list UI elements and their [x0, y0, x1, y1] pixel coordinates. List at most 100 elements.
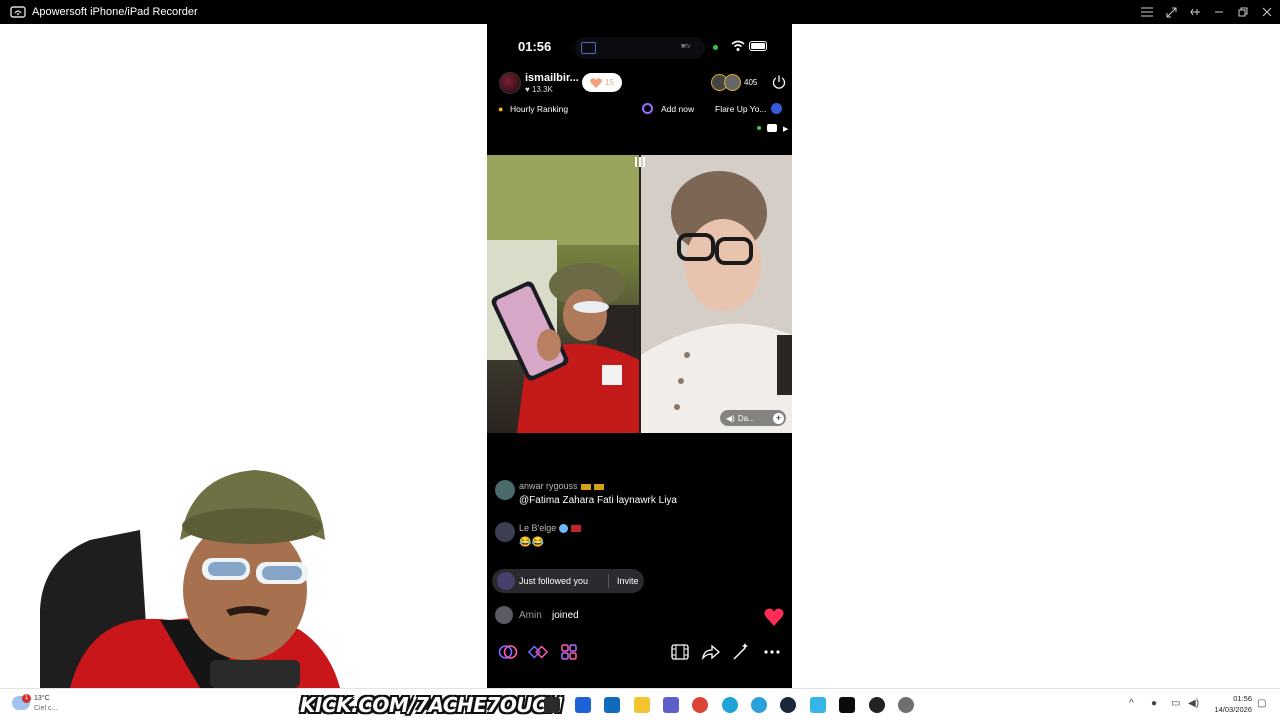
dynamic-island: ■tv	[575, 37, 705, 59]
flag-icon	[571, 525, 582, 533]
screen-mirroring-icon	[581, 42, 596, 54]
match-icon[interactable]	[528, 642, 548, 662]
folder-icon[interactable]	[634, 697, 650, 713]
clock-time: 01:56	[1233, 694, 1252, 703]
joined-avatar	[495, 606, 513, 624]
edge-icon[interactable]	[722, 697, 738, 713]
recorder-taskbar-icon[interactable]	[810, 697, 826, 713]
chrome-icon[interactable]	[692, 697, 708, 713]
badge-icon	[559, 524, 569, 534]
terminal-icon[interactable]	[544, 697, 560, 713]
guest-video-frame	[641, 155, 792, 433]
guest-name: Da...	[737, 413, 755, 423]
followed-notice: Just followed you Invite	[492, 569, 644, 593]
target-icon	[642, 103, 653, 114]
viewer-count[interactable]: 405	[744, 78, 757, 87]
film-icon[interactable]	[670, 642, 690, 662]
host-video-frame	[487, 155, 639, 433]
flare-up[interactable]: Flare Up Yo...	[715, 104, 767, 114]
phone-screen: 01:56 ■tv ismailbir... ♥ 13.3K 15 405 ● …	[487, 24, 792, 688]
restore-icon[interactable]	[1236, 5, 1250, 19]
close-icon[interactable]	[1260, 5, 1274, 19]
kick-icon[interactable]	[839, 697, 855, 713]
fullscreen-icon[interactable]	[1164, 5, 1178, 19]
joined-text: joined	[552, 610, 579, 621]
camera-icon[interactable]	[767, 124, 777, 132]
more-icon[interactable]	[762, 642, 782, 662]
stream-banner: KICK.COM/7ACHE7OUCH	[300, 693, 563, 717]
follow-count: 15	[605, 78, 614, 87]
comment-avatar[interactable]	[495, 522, 515, 542]
recorder-app-icon	[10, 6, 26, 18]
comment-text: @Fatima Zahara Fati laynawrk Liya	[519, 495, 677, 506]
comment-item: Le B'elge 😂😂	[495, 522, 785, 552]
window-controls	[1140, 0, 1274, 24]
share-icon[interactable]	[701, 642, 721, 662]
settings-icon[interactable]	[898, 697, 914, 713]
add-icon[interactable]: +	[773, 412, 784, 424]
joined-user[interactable]: Amin	[519, 610, 542, 621]
steam-icon[interactable]	[780, 697, 796, 713]
status-bar: 01:56 ■tv	[487, 24, 792, 68]
telegram-icon[interactable]	[751, 697, 767, 713]
pause-icon[interactable]	[635, 157, 645, 167]
tv-icon: ■tv	[681, 43, 691, 50]
host-header: ismailbir... ♥ 13.3K 15 405	[495, 70, 787, 96]
comment-text: 😂😂	[519, 537, 544, 548]
flare-badge-icon	[771, 103, 782, 114]
microphone-icon[interactable]: ●	[1151, 698, 1157, 709]
power-icon[interactable]	[771, 74, 787, 90]
magic-wand-icon[interactable]	[731, 642, 751, 662]
joined-notice: Amin joined	[495, 605, 695, 625]
follow-button[interactable]: 15	[582, 73, 622, 92]
add-now[interactable]: Add now	[661, 104, 694, 114]
weather-widget[interactable]: 1 13°C Ciel c...	[12, 694, 72, 716]
top-viewers[interactable]	[711, 74, 745, 92]
link-icon[interactable]	[498, 642, 518, 662]
webcam-overlay	[40, 470, 340, 688]
host-video[interactable]	[487, 155, 639, 433]
network-icon[interactable]: ▭	[1171, 698, 1180, 709]
battery-icon	[749, 41, 767, 51]
grid-icon[interactable]	[559, 642, 579, 662]
play-icon[interactable]: ▶	[783, 125, 788, 133]
viewer-avatar	[724, 74, 741, 91]
live-dot	[757, 126, 761, 130]
obs-icon[interactable]	[869, 697, 885, 713]
chevron-up-icon[interactable]: ^	[1129, 698, 1134, 709]
store-icon[interactable]	[575, 697, 591, 713]
speaker-icon: ◀)	[726, 413, 735, 423]
window-title: Apowersoft iPhone/iPad Recorder	[32, 6, 198, 18]
notification-badge: 1	[22, 694, 31, 703]
host-likes: ♥ 13.3K	[525, 85, 553, 94]
volume-icon[interactable]: ◀)	[1188, 698, 1199, 709]
heart-icon[interactable]	[764, 608, 784, 626]
screen: Apowersoft iPhone/iPad Recorder 01:56 ■t…	[0, 0, 1280, 720]
wifi-icon	[731, 40, 745, 51]
minimize-icon[interactable]	[1212, 5, 1226, 19]
comment-user[interactable]: anwar rygouss	[519, 481, 604, 491]
teams-icon[interactable]	[663, 697, 679, 713]
taskbar: 1 13°C Ciel c... KICK.COM/7ACHE7OUCH ^ ●…	[0, 688, 1280, 720]
host-name[interactable]: ismailbir...	[525, 72, 579, 84]
host-avatar[interactable]	[499, 72, 521, 94]
divider	[608, 574, 609, 588]
follower-avatar	[497, 572, 515, 590]
comment-avatar[interactable]	[495, 480, 515, 500]
clock-date: 14/03/2026	[1214, 705, 1252, 714]
list-icon[interactable]	[1140, 5, 1154, 19]
notification-icon[interactable]: ▢	[1257, 698, 1266, 709]
invite-button[interactable]: Invite	[617, 576, 639, 586]
guest-tag[interactable]: ◀) Da... +	[720, 410, 786, 426]
comment-item: anwar rygouss @Fatima Zahara Fati laynaw…	[495, 480, 785, 510]
status-time: 01:56	[518, 39, 552, 54]
outlook-icon[interactable]	[604, 697, 620, 713]
followed-text: Just followed you	[519, 576, 589, 586]
comment-user[interactable]: Le B'elge	[519, 523, 582, 534]
title-bar: Apowersoft iPhone/iPad Recorder	[0, 0, 1280, 24]
system-clock[interactable]: 01:56 14/03/2026	[1206, 693, 1252, 715]
hourly-ranking[interactable]: Hourly Ranking	[510, 104, 568, 114]
heart-icon	[590, 77, 602, 88]
pin-icon[interactable]	[1188, 5, 1202, 19]
guest-video[interactable]	[641, 155, 792, 433]
